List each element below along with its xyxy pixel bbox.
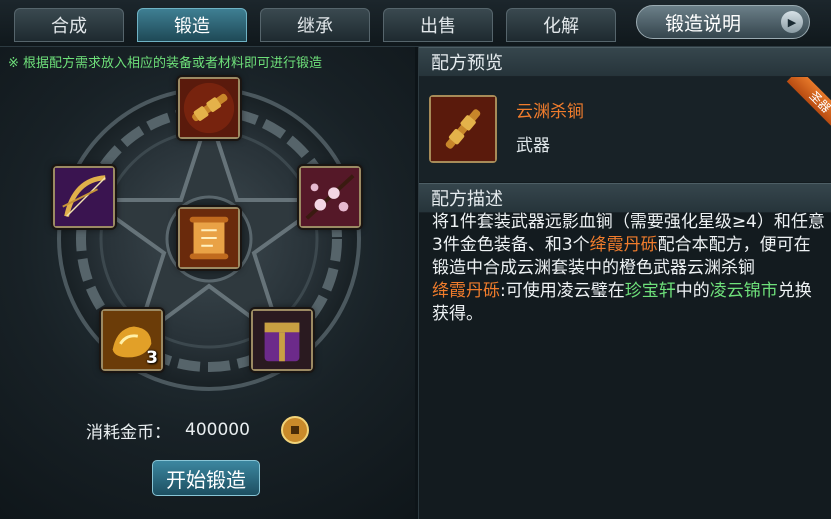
result-item-type: 武器 xyxy=(516,136,550,156)
recipe-preview xyxy=(419,77,831,182)
material-slot-top[interactable] xyxy=(178,77,240,139)
material-count: 3 xyxy=(146,348,158,368)
recipe-description: 将1件套装武器远影血锏（需要强化星级≥4）和任意3件金色装备、和3个绛霞丹砾配合… xyxy=(432,211,825,326)
bow-weapon-icon xyxy=(55,168,113,226)
rarity-badge: 圣器 xyxy=(776,77,831,133)
material-slot-center[interactable] xyxy=(178,207,240,269)
desc-material-highlight: 绛霞丹砾 xyxy=(432,281,500,301)
play-arrow-icon: ▶ xyxy=(781,11,803,33)
recipe-description-header: 配方描述 xyxy=(419,183,831,213)
forge-help-button[interactable]: 锻造说明 ▶ xyxy=(636,5,810,39)
tab-inherit[interactable]: 继承 xyxy=(260,8,370,42)
desc-text: 中的 xyxy=(675,281,710,301)
result-item-name: 云渊杀锏 xyxy=(516,102,584,122)
forge-wheel: 3 xyxy=(46,77,372,400)
gold-cost-label: 消耗金币： xyxy=(86,422,171,443)
recipe-panel: 配方预览 云渊杀锏 武器 圣器 配方描述 将1件套装武器远影血锏（需要强化星级≥… xyxy=(418,47,831,519)
forge-hint-text: ※ 根据配方需求放入相应的装备或者材料即可进行锻造 xyxy=(8,56,323,71)
start-forge-button[interactable]: 开始锻造 xyxy=(152,460,260,496)
mace-weapon-icon xyxy=(431,97,495,161)
recipe-scroll-icon xyxy=(180,209,238,267)
tab-sell[interactable]: 出售 xyxy=(383,8,493,42)
gold-cost: 消耗金币： 400000 xyxy=(86,419,250,443)
purple-armor-icon xyxy=(253,311,311,369)
tab-compose[interactable]: 合成 xyxy=(14,8,124,42)
tab-bar: 合成 锻造 继承 出售 化解 锻造说明 ▶ xyxy=(0,0,831,47)
desc-market-link[interactable]: 凌云锦市 xyxy=(710,281,778,301)
gold-cost-value: 400000 xyxy=(185,420,250,440)
desc-shop-link[interactable]: 珍宝轩 xyxy=(625,281,676,301)
material-slot-bottom-left[interactable]: 3 xyxy=(101,309,163,371)
material-slot-bottom-right[interactable] xyxy=(251,309,313,371)
forge-help-label: 锻造说明 xyxy=(665,12,742,35)
desc-material-highlight: 绛霞丹砾 xyxy=(589,235,658,255)
result-item-slot[interactable] xyxy=(429,95,497,163)
blossom-branch-icon xyxy=(301,168,359,226)
material-slot-left[interactable] xyxy=(53,166,115,228)
coin-icon xyxy=(281,416,309,444)
recipe-preview-header: 配方预览 xyxy=(419,47,831,77)
material-slot-right[interactable] xyxy=(299,166,361,228)
rarity-badge-label: 圣器 xyxy=(786,77,831,133)
mace-weapon-icon xyxy=(180,79,238,137)
tab-forge[interactable]: 锻造 xyxy=(137,8,247,42)
tab-dissolve[interactable]: 化解 xyxy=(506,8,616,42)
desc-text: :可使用凌云璧在 xyxy=(500,281,625,301)
